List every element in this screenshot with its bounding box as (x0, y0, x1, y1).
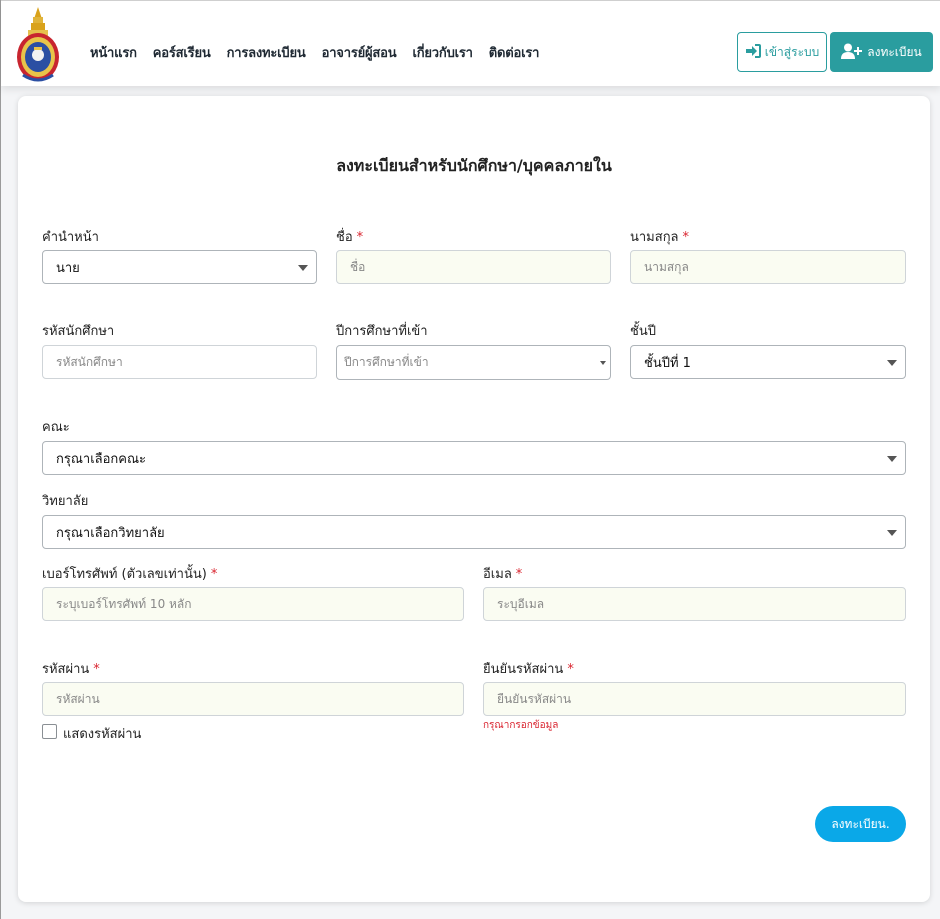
nav-link-instructors[interactable]: อาจารย์ผู้สอน (322, 42, 397, 63)
faculty-value: กรุณาเลือกคณะ (56, 451, 147, 467)
year-level-value: ชั้นปีที่ 1 (644, 355, 691, 371)
student-id-input[interactable]: รหัสนักศึกษา (42, 345, 317, 379)
college-value: กรุณาเลือกวิทยาลัย (56, 525, 165, 541)
chevron-down-icon (887, 360, 897, 366)
last-name-placeholder: นามสกุล (644, 259, 689, 274)
show-password-checkbox[interactable] (42, 724, 57, 739)
login-button[interactable]: เข้าสู่ระบบ (737, 32, 827, 72)
first-name-placeholder: ชื่อ (350, 259, 366, 274)
password-placeholder: รหัสผ่าน (56, 691, 100, 706)
nav-link-registration[interactable]: การลงทะเบียน (227, 42, 306, 63)
confirm-password-placeholder: ยืนยันรหัสผ่าน (497, 691, 572, 706)
prefix-label: คำนำหน้า (42, 230, 99, 245)
college-select[interactable]: กรุณาเลือกวิทยาลัย (42, 515, 906, 549)
entry-year-placeholder: ปีการศึกษาที่เข้า (344, 355, 429, 369)
prefix-value: นาย (56, 260, 80, 276)
nav-link-about[interactable]: เกี่ยวกับเรา (412, 42, 472, 63)
faculty-label: คณะ (42, 420, 70, 435)
faculty-select[interactable]: กรุณาเลือกคณะ (42, 441, 906, 475)
chevron-down-icon (600, 361, 606, 365)
college-label: วิทยาลัย (42, 494, 89, 509)
first-name-input[interactable]: ชื่อ (336, 250, 611, 284)
phone-input[interactable]: ระบุเบอร์โทรศัพท์ 10 หลัก (42, 587, 464, 621)
first-name-label: ชื่อ * (336, 230, 364, 245)
nav-link-courses[interactable]: คอร์สเรียน (153, 42, 211, 63)
confirm-password-input[interactable]: ยืนยันรหัสผ่าน (483, 682, 906, 716)
nav-links: หน้าแรก คอร์สเรียน การลงทะเบียน อาจารย์ผ… (90, 42, 555, 63)
form-title: ลงทะเบียนสำหรับนักศึกษา/บุคคลภายใน (336, 156, 612, 175)
phone-label: เบอร์โทรศัพท์ (ตัวเลขเท่านั้น) * (42, 567, 218, 582)
last-name-label: นามสกุล * (630, 230, 690, 245)
sign-in-icon (745, 43, 761, 61)
year-level-select[interactable]: ชั้นปีที่ 1 (630, 345, 906, 379)
email-placeholder: ระบุอีเมล (497, 596, 545, 611)
student-id-placeholder: รหัสนักศึกษา (56, 354, 123, 369)
confirm-password-error: กรุณากรอกข้อมูล (483, 720, 559, 731)
entry-year-label: ปีการศึกษาที่เข้า (336, 324, 428, 339)
confirm-password-label: ยืนยันรหัสผ่าน * (483, 662, 574, 677)
last-name-input[interactable]: นามสกุล (630, 250, 906, 284)
submit-register-button[interactable]: ลงทะเบียน. (815, 806, 906, 842)
student-id-label: รหัสนักศึกษา (42, 324, 115, 339)
register-nav-label: ลงทะเบียน (867, 44, 922, 59)
show-password-label[interactable]: แสดงรหัสผ่าน (63, 723, 141, 744)
nav-link-contact[interactable]: ติดต่อเรา (489, 42, 540, 63)
password-input[interactable]: รหัสผ่าน (42, 682, 464, 716)
email-input[interactable]: ระบุอีเมล (483, 587, 906, 621)
chevron-down-icon (887, 456, 897, 462)
university-logo[interactable] (15, 5, 61, 83)
nav-link-home[interactable]: หน้าแรก (90, 42, 137, 63)
phone-placeholder: ระบุเบอร์โทรศัพท์ 10 หลัก (56, 596, 192, 611)
chevron-down-icon (887, 530, 897, 536)
chevron-down-icon (298, 265, 308, 271)
top-navbar: หน้าแรก คอร์สเรียน การลงทะเบียน อาจารย์ผ… (1, 0, 940, 86)
entry-year-select[interactable]: ปีการศึกษาที่เข้า (336, 345, 611, 380)
user-plus-icon (841, 43, 863, 62)
year-level-label: ชั้นปี (630, 324, 656, 339)
register-nav-button[interactable]: ลงทะเบียน (830, 32, 933, 72)
login-label: เข้าสู่ระบบ (764, 44, 820, 59)
prefix-select[interactable]: นาย (42, 250, 317, 284)
registration-card: ลงทะเบียนสำหรับนักศึกษา/บุคคลภายใน คำนำห… (18, 96, 930, 902)
password-label: รหัสผ่าน * (42, 662, 100, 677)
email-label: อีเมล * (483, 567, 523, 582)
